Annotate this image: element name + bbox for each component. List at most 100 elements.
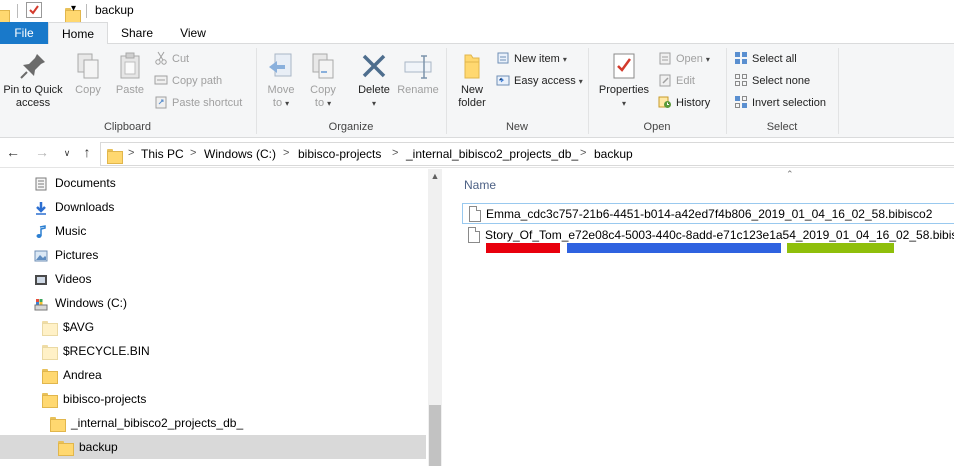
tree-item-label: Music (55, 224, 87, 238)
paste-shortcut-button[interactable]: Paste shortcut (154, 94, 242, 112)
paste-button[interactable]: Paste (111, 50, 149, 97)
tree-item-documents[interactable]: Documents (34, 172, 414, 194)
breadcrumb-separator-icon[interactable]: > (190, 147, 196, 159)
tree-item-windows-c[interactable]: Windows (C:) (34, 292, 414, 314)
documents-icon (34, 176, 48, 191)
highlight-bar-green (787, 243, 894, 253)
breadcrumb-bibisco-projects[interactable]: bibisco-projects (298, 147, 381, 161)
ribbon: Pin to Quick access Copy Paste Cut Copy … (0, 44, 954, 138)
scroll-up-icon[interactable]: ▲ (428, 171, 442, 185)
breadcrumb-separator-icon[interactable]: > (392, 147, 398, 159)
pin-label-line1: Pin to Quick (3, 84, 63, 96)
customize-dropdown-icon[interactable]: ▾ (71, 3, 76, 14)
tree-item-backup[interactable]: backup (58, 436, 414, 458)
delete-button[interactable]: Delete ▾ (352, 50, 396, 110)
title-bar: ▾ backup (0, 0, 954, 23)
tree-item-label: Windows (C:) (55, 296, 128, 310)
cut-label: Cut (172, 53, 190, 65)
recent-locations-chevron-icon[interactable]: ∨ (58, 148, 76, 159)
folder-icon (58, 440, 74, 456)
history-label: History (676, 97, 711, 109)
history-icon (658, 95, 672, 109)
edit-button[interactable]: Edit (658, 72, 695, 90)
new-item-button[interactable]: New item ▾ (496, 50, 567, 68)
properties-icon (608, 50, 640, 82)
move-to-icon (265, 50, 297, 82)
tree-item-pictures[interactable]: Pictures (34, 244, 414, 266)
folder-icon (42, 392, 58, 408)
edit-icon (658, 73, 672, 87)
properties-icon[interactable] (26, 2, 42, 18)
folder-icon (0, 7, 10, 23)
copy-button[interactable]: Copy (70, 50, 106, 97)
move-to-button[interactable]: Move to ▾ (262, 50, 300, 110)
tree-item-label: $AVG (63, 320, 95, 334)
navigation-bar: ← → ∨ ↑ > This PC > Windows (C:) > bibis… (0, 140, 954, 168)
tree-item-andrea[interactable]: Andrea (42, 364, 414, 386)
open-button[interactable]: Open ▾ (658, 50, 710, 68)
easy-access-button[interactable]: Easy access ▾ (496, 72, 583, 90)
file-icon (469, 206, 481, 222)
move-to-label-line1: Move (267, 84, 295, 96)
open-label: Open (676, 53, 703, 65)
copy-to-label-line2: to (314, 97, 325, 109)
edit-label: Edit (676, 75, 695, 87)
select-group-label: Select (766, 121, 798, 133)
scissors-icon (154, 51, 168, 65)
column-header-name[interactable]: Name (464, 178, 496, 192)
file-row[interactable]: Emma_cdc3c757-21b6-4451-b014-a42ed7f4b80… (462, 203, 954, 224)
divider (838, 48, 839, 134)
breadcrumb-backup[interactable]: backup (594, 147, 633, 161)
tree-scrollbar[interactable]: ▲ (428, 169, 442, 466)
window-title: backup (95, 3, 134, 17)
forward-arrow-icon[interactable]: → (33, 144, 51, 160)
properties-button[interactable]: Properties ▾ (596, 50, 652, 110)
breadcrumb-separator-icon[interactable]: > (283, 147, 289, 159)
pin-label-line2: access (15, 97, 51, 109)
tree-item-avg[interactable]: $AVG (42, 316, 414, 338)
copy-path-button[interactable]: Copy path (154, 72, 222, 90)
file-icon (468, 227, 480, 243)
tab-view[interactable]: View (166, 22, 220, 44)
select-none-label: Select none (752, 75, 811, 87)
tree-item-recycle-bin[interactable]: $RECYCLE.BIN (42, 340, 414, 362)
history-button[interactable]: History (658, 94, 710, 112)
tree-item-label: Downloads (55, 200, 115, 214)
tree-item-label: Andrea (63, 368, 102, 382)
tab-file[interactable]: File (0, 22, 48, 44)
tree-item-music[interactable]: Music (34, 220, 414, 242)
sort-chevron-icon: ⌃ (786, 169, 794, 179)
breadcrumb-separator-icon[interactable]: > (580, 147, 586, 159)
rename-button[interactable]: Rename (396, 50, 440, 97)
new-folder-button[interactable]: New folder (452, 50, 492, 110)
clipboard-group-label: Clipboard (103, 121, 152, 133)
folder-icon (50, 416, 66, 432)
tree-item-downloads[interactable]: Downloads (34, 196, 414, 218)
rename-icon (402, 50, 434, 82)
copy-to-label-line1: Copy (310, 84, 336, 96)
tab-share[interactable]: Share (110, 22, 164, 44)
breadcrumb-windows-c[interactable]: Windows (C:) (204, 147, 276, 161)
invert-selection-button[interactable]: Invert selection (734, 94, 826, 112)
tree-item-bibisco-projects[interactable]: bibisco-projects (42, 388, 414, 410)
breadcrumb-this-pc[interactable]: This PC (141, 147, 184, 161)
paste-shortcut-icon (154, 95, 168, 109)
tree-item-internal-db[interactable]: _internal_bibisco2_projects_db_ (50, 412, 414, 434)
tree-item-label: $RECYCLE.BIN (63, 344, 150, 358)
pin-to-quick-access-button[interactable]: Pin to Quick access (0, 50, 66, 110)
organize-group-label: Organize (328, 121, 374, 133)
address-bar[interactable]: > This PC > Windows (C:) > bibisco-proje… (100, 142, 954, 166)
scrollbar-thumb[interactable] (429, 405, 441, 466)
back-arrow-icon[interactable]: ← (4, 144, 22, 160)
copy-to-button[interactable]: Copy to ▾ (304, 50, 342, 110)
highlight-bar-blue (567, 243, 781, 253)
cut-button[interactable]: Cut (154, 50, 189, 68)
select-none-button[interactable]: Select none (734, 72, 810, 90)
breadcrumb-internal-db[interactable]: _internal_bibisco2_projects_db_ (406, 147, 578, 161)
breadcrumb-separator-icon[interactable]: > (128, 147, 134, 159)
select-all-icon (734, 51, 748, 65)
select-all-button[interactable]: Select all (734, 50, 797, 68)
tree-item-videos[interactable]: Videos (34, 268, 414, 290)
tab-home[interactable]: Home (48, 22, 108, 45)
up-arrow-icon[interactable]: ↑ (78, 144, 96, 160)
